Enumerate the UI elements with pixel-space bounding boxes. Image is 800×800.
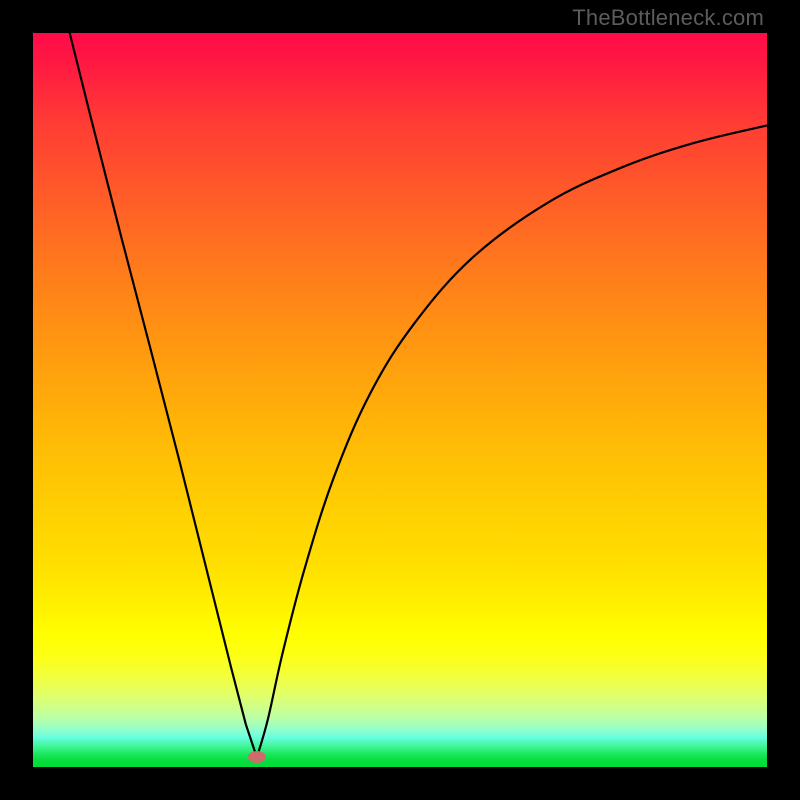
optimum-marker xyxy=(248,751,266,763)
bottleneck-curve xyxy=(33,33,767,767)
chart-plot-area xyxy=(33,33,767,767)
watermark-text: TheBottleneck.com xyxy=(572,5,764,31)
